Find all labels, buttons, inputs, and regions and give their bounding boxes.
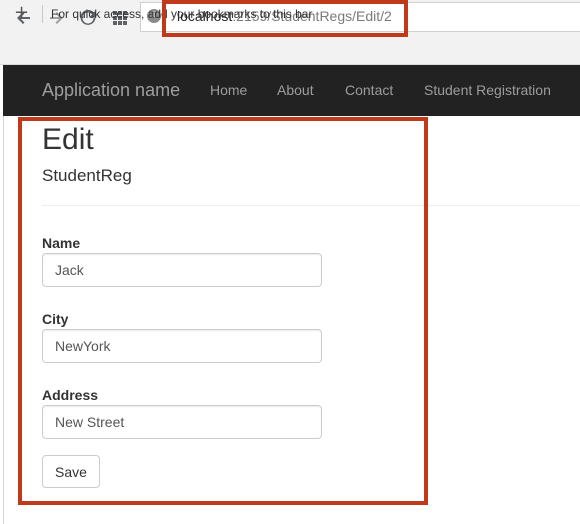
nav-link-home[interactable]: Home (210, 82, 247, 98)
nav-link-contact[interactable]: Contact (345, 82, 393, 98)
name-input[interactable] (42, 253, 322, 287)
page-title: Edit (42, 123, 94, 156)
bookmarks-bar (0, 37, 580, 65)
page-left-border (3, 116, 4, 524)
add-bookmark-icon[interactable]: + (14, 4, 29, 22)
address-input[interactable] (42, 405, 322, 439)
address-label: Address (42, 387, 99, 403)
nav-link-about[interactable]: About (277, 82, 314, 98)
nav-link-student-registration[interactable]: Student Registration (424, 82, 551, 98)
bookmarks-hint: For quick access, add your bookmarks to … (51, 7, 313, 21)
save-button[interactable]: Save (42, 455, 100, 488)
brand-link[interactable]: Application name (42, 80, 180, 101)
divider (42, 205, 580, 206)
name-label: Name (42, 235, 81, 251)
city-label: City (42, 311, 69, 327)
city-input[interactable] (42, 329, 322, 363)
bookmarks-divider (42, 5, 43, 23)
page-subtitle: StudentReg (42, 166, 132, 185)
